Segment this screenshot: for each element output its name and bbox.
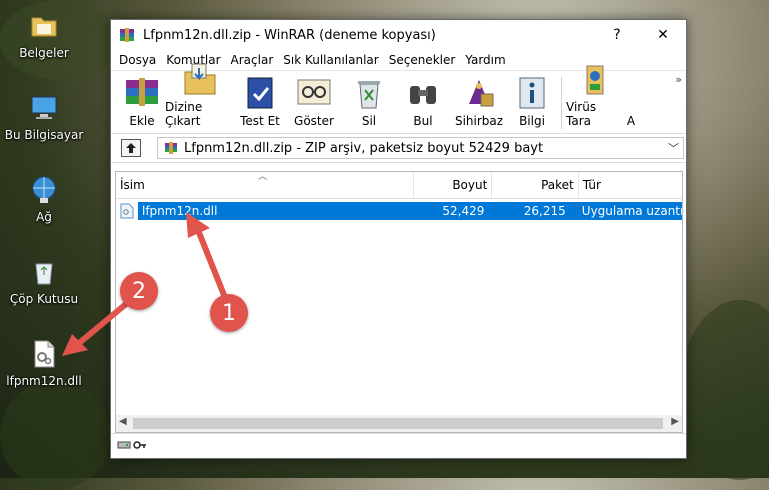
drive-icon[interactable]: [117, 439, 131, 453]
background-leaf: [680, 300, 769, 480]
dll-file-icon: [28, 338, 60, 370]
tool-extract-to-button[interactable]: Dizine Çıkart: [165, 60, 235, 133]
column-packed-header[interactable]: Paket: [492, 172, 579, 198]
toolbar: Ekle Dizine Çıkart Test Et Göster Sil Bu…: [111, 63, 686, 134]
tool-label: Bilgi: [519, 114, 545, 128]
title-bar[interactable]: Lfpnm12n.dll.zip - WinRAR (deneme kopyas…: [111, 20, 686, 50]
toolbar-separator: [561, 77, 562, 129]
winrar-app-icon: [119, 27, 135, 43]
info-icon: [512, 74, 552, 112]
tool-label: Virüs Tara: [566, 100, 597, 128]
tool-find-button[interactable]: Bul: [395, 74, 451, 133]
find-icon: [403, 74, 443, 112]
column-size-label: Boyut: [452, 178, 488, 192]
column-name-header[interactable]: İsim ︿: [116, 172, 414, 198]
tool-label: Sil: [361, 114, 377, 128]
column-type-header[interactable]: Tür: [579, 172, 682, 198]
winrar-window: Lfpnm12n.dll.zip - WinRAR (deneme kopyas…: [110, 19, 687, 459]
close-button[interactable]: ✕: [640, 20, 686, 50]
tool-test-button[interactable]: Test Et: [235, 74, 285, 133]
up-arrow-icon: [126, 143, 136, 153]
scrollbar-thumb[interactable]: [133, 418, 663, 429]
horizontal-scrollbar[interactable]: ◀ ▶: [116, 415, 682, 432]
table-row[interactable]: lfpnm12n.dll 52,429 26,215 Uygulama uzan…: [116, 201, 683, 221]
tool-delete-button[interactable]: Sil: [343, 74, 395, 133]
column-type-label: Tür: [582, 178, 601, 192]
file-icon: [120, 203, 134, 219]
tool-label: Sihirbaz: [454, 114, 504, 128]
tool-label: Bul: [413, 114, 433, 128]
tool-wizard-button[interactable]: Sihirbaz: [451, 74, 507, 133]
folder-icon: [28, 10, 60, 42]
sort-ascending-icon: ︿: [258, 172, 268, 182]
menu-file[interactable]: Dosya: [114, 53, 161, 67]
tool-add-button[interactable]: Ekle: [119, 74, 165, 133]
recycle-bin-icon: [28, 256, 60, 288]
desktop-icon-label: Ağ: [36, 210, 52, 224]
archive-icon: [164, 141, 178, 155]
chevron-down-icon[interactable]: ﹀: [668, 140, 679, 156]
path-bar: Lfpnm12n.dll.zip - ZIP arşiv, paketsiz b…: [111, 134, 686, 163]
up-folder-button[interactable]: [121, 139, 141, 157]
path-combobox[interactable]: Lfpnm12n.dll.zip - ZIP arşiv, paketsiz b…: [157, 137, 684, 159]
desktop-icon-label: Çöp Kutusu: [9, 292, 79, 306]
scroll-left-icon[interactable]: ◀: [119, 416, 127, 427]
file-packed: 26,215: [488, 202, 570, 220]
tool-view-button[interactable]: Göster: [285, 74, 343, 133]
desktop-icon-this-pc[interactable]: Bu Bilgisayar: [4, 92, 84, 142]
desktop-icon-documents[interactable]: Belgeler: [4, 10, 84, 60]
tool-label: Göster: [294, 114, 334, 128]
status-bar: [111, 433, 686, 458]
tool-label: Ekle: [129, 114, 155, 128]
tool-info-button[interactable]: Bilgi: [507, 74, 557, 133]
add-archive-icon: [122, 74, 162, 112]
column-name-label: İsim: [120, 178, 145, 192]
file-list[interactable]: İsim ︿ Boyut Paket Tür lfpnm12n.dll 52,4…: [115, 171, 683, 433]
test-archive-icon: [240, 74, 280, 112]
tool-virus-scan-button[interactable]: Virüs Tara: [566, 60, 624, 133]
computer-icon: [28, 92, 60, 124]
step-marker-1: 1: [210, 294, 248, 332]
file-name: lfpnm12n.dll: [138, 202, 415, 220]
desktop-icon-dll-file[interactable]: lfpnm12n.dll: [4, 338, 84, 388]
virus-scan-icon: [575, 60, 615, 98]
desktop-icon-label: Belgeler: [19, 46, 69, 60]
tool-label: Test Et: [240, 114, 280, 128]
toolbar-more-button[interactable]: »: [675, 73, 682, 86]
key-icon[interactable]: [133, 439, 147, 453]
file-size: 52,429: [414, 202, 489, 220]
background-leaf: [0, 380, 110, 490]
step-marker-2: 2: [120, 272, 158, 310]
desktop-icon-label: Bu Bilgisayar: [4, 128, 84, 142]
menu-favorites[interactable]: Sık Kullanılanlar: [278, 53, 383, 67]
tool-label: Dizine Çıkart: [165, 100, 203, 128]
extract-to-icon: [180, 60, 220, 98]
scroll-right-icon[interactable]: ▶: [671, 416, 679, 427]
column-packed-label: Paket: [541, 178, 574, 192]
delete-icon: [349, 74, 389, 112]
path-text: Lfpnm12n.dll.zip - ZIP arşiv, paketsiz b…: [184, 140, 544, 156]
help-button[interactable]: ?: [594, 20, 640, 50]
network-icon: [28, 174, 60, 206]
view-icon: [294, 74, 334, 112]
column-size-header[interactable]: Boyut: [414, 172, 493, 198]
menu-options[interactable]: Seçenekler: [384, 53, 461, 67]
desktop-icon-recycle-bin[interactable]: Çöp Kutusu: [4, 256, 84, 306]
file-type: Uygulama uzantısı: [569, 202, 683, 220]
tool-partial-button[interactable]: A: [624, 74, 638, 133]
menu-help[interactable]: Yardım: [460, 53, 510, 67]
tool-label: A: [626, 114, 636, 128]
tool-partial-spacer: [626, 74, 636, 112]
desktop-icon-network[interactable]: Ağ: [4, 174, 84, 224]
window-title: Lfpnm12n.dll.zip - WinRAR (deneme kopyas…: [143, 27, 436, 43]
desktop-icon-label: lfpnm12n.dll: [6, 374, 82, 388]
column-header: İsim ︿ Boyut Paket Tür: [116, 172, 682, 199]
wizard-icon: [459, 74, 499, 112]
